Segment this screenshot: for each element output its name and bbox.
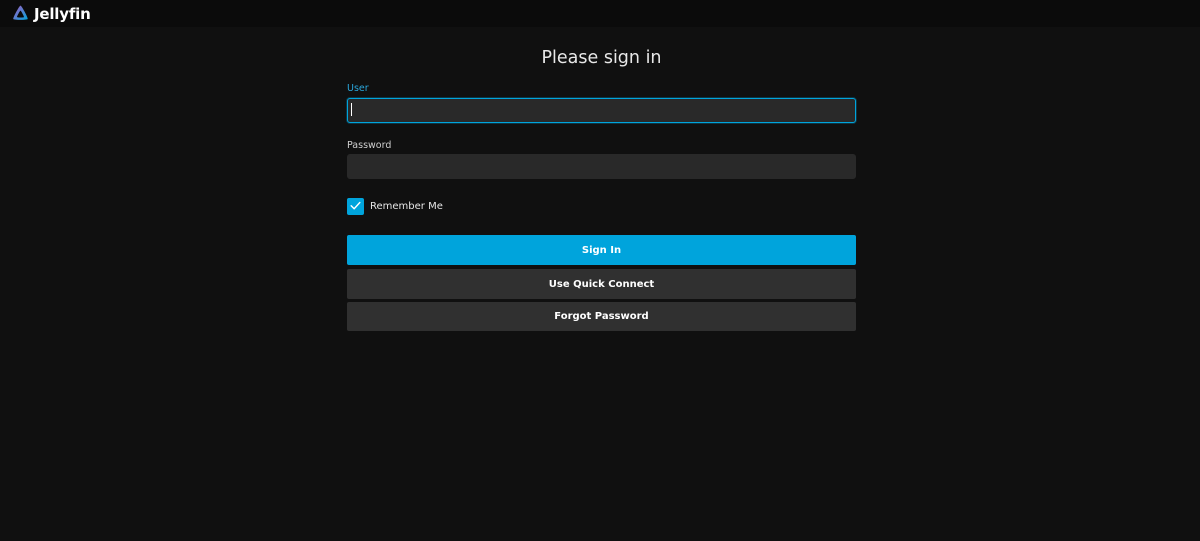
password-label: Password xyxy=(347,140,392,151)
app-name: Jellyfin xyxy=(34,4,91,23)
checkmark-icon xyxy=(349,197,362,216)
forgot-password-button[interactable]: Forgot Password xyxy=(347,302,856,331)
remember-me-checkbox[interactable] xyxy=(347,198,364,215)
jellyfin-logo-icon xyxy=(11,4,30,23)
sign-in-button[interactable]: Sign In xyxy=(347,235,856,265)
top-header: Jellyfin xyxy=(0,0,1200,27)
page-title: Please sign in xyxy=(541,48,662,68)
user-input[interactable] xyxy=(347,98,856,123)
remember-me-row[interactable]: Remember Me xyxy=(347,198,443,215)
user-label: User xyxy=(347,83,369,94)
remember-me-label: Remember Me xyxy=(370,201,443,212)
user-field-wrapper xyxy=(347,98,856,123)
password-input[interactable] xyxy=(347,154,856,179)
text-caret xyxy=(351,103,352,116)
quick-connect-button[interactable]: Use Quick Connect xyxy=(347,269,856,299)
app-logo[interactable]: Jellyfin xyxy=(11,4,91,23)
